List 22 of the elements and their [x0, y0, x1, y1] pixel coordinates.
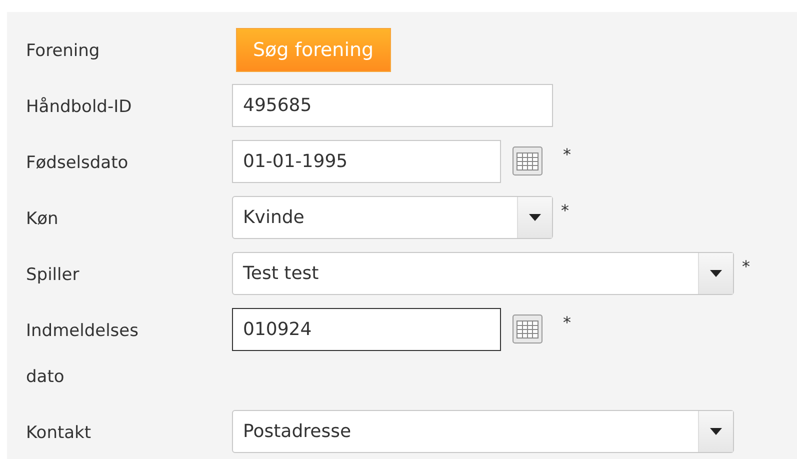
date-field[interactable]: 010924 — [232, 308, 501, 351]
field-label: Kontakt — [26, 422, 92, 445]
field-label: Indmeldelses dato — [26, 320, 140, 389]
field-label: Forening — [26, 40, 101, 63]
required-mark: * — [561, 200, 569, 222]
field-label: Håndbold-ID — [26, 96, 133, 119]
date-field[interactable]: 01-01-1995 — [232, 140, 501, 183]
caret-icon — [710, 270, 722, 277]
required-mark: * — [742, 256, 750, 278]
field-label: Spiller — [26, 264, 80, 287]
dropdown[interactable]: Test test — [232, 252, 734, 295]
caret-icon — [710, 428, 722, 435]
dropdown[interactable]: Kvinde — [232, 196, 553, 239]
input-field[interactable]: 495685 — [232, 84, 553, 127]
dropdown[interactable]: Postadresse — [232, 410, 734, 453]
required-mark: * — [563, 312, 571, 334]
caret-icon — [529, 214, 541, 221]
calendar-icon[interactable] — [512, 314, 543, 344]
calendar-icon[interactable] — [512, 146, 543, 176]
field-label: Køn — [26, 208, 60, 231]
required-mark: * — [563, 144, 571, 166]
field-label: Fødselsdato — [26, 152, 130, 175]
